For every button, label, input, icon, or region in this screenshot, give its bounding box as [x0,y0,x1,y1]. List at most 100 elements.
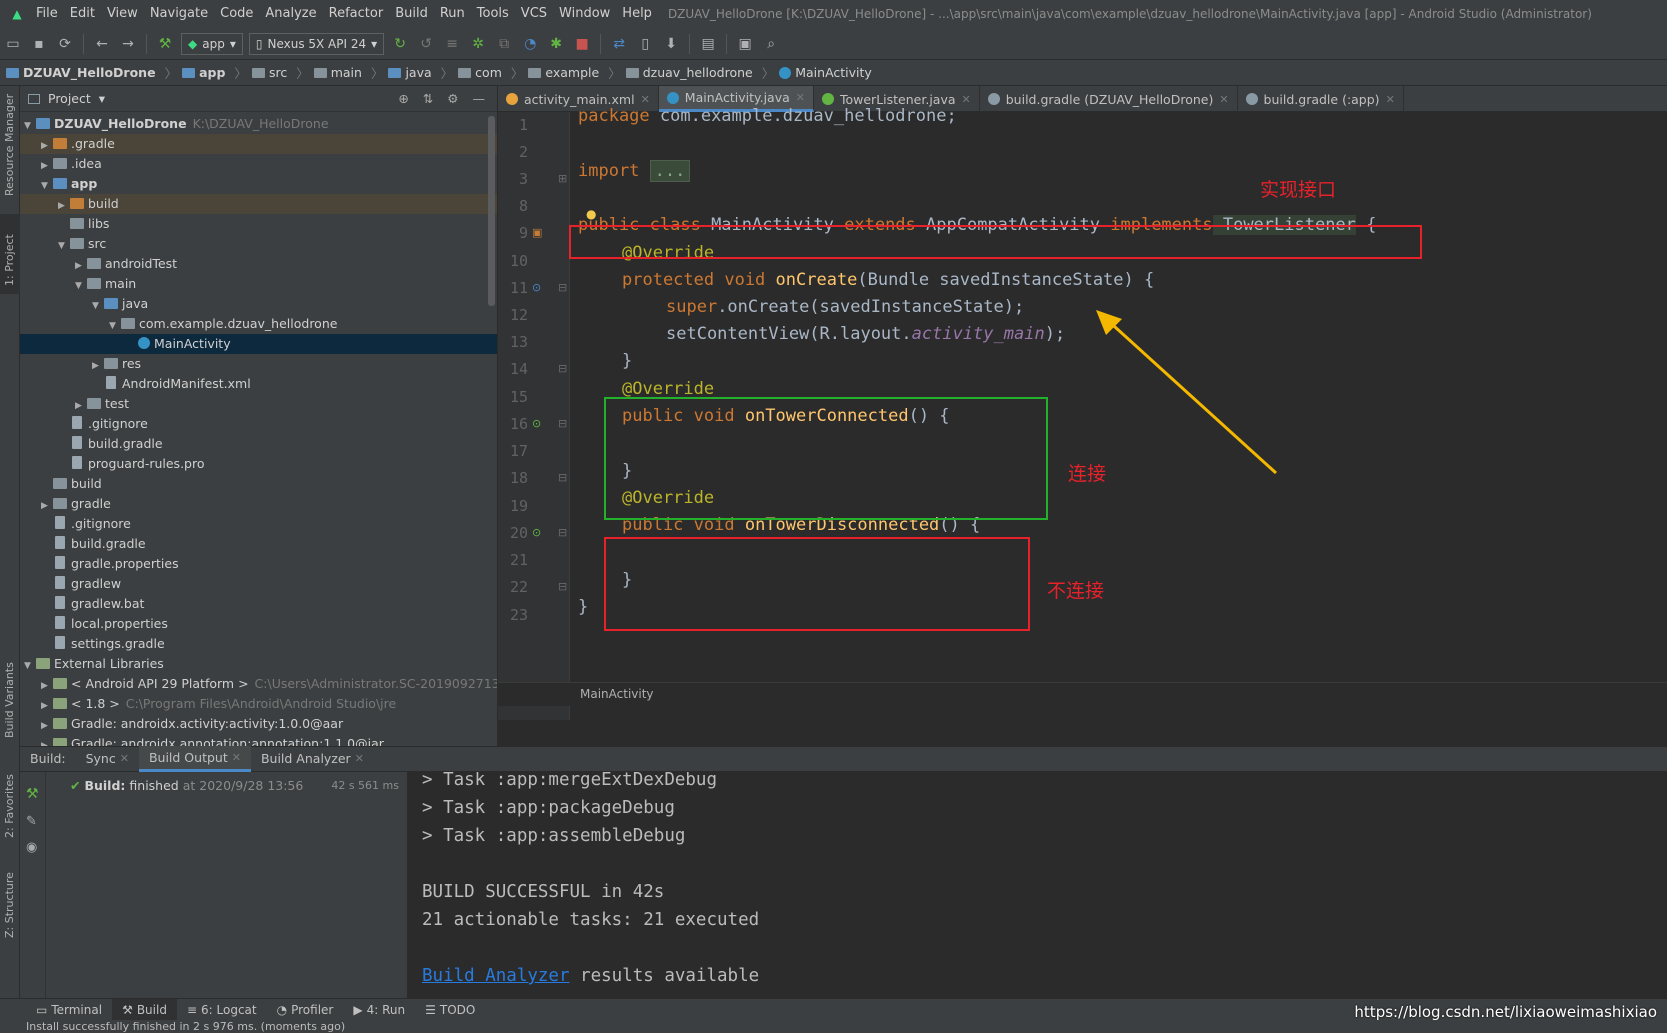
editor-tab[interactable]: build.gradle (:app) ✕ [1238,86,1404,112]
breadcrumb-package[interactable]: dzuav_hellodrone 〉 [625,63,780,82]
resource-manager-tab[interactable]: Resource Manager [0,94,20,206]
device-select[interactable]: ▯ Nexus 5X API 24 ▾ [248,32,385,55]
chevron-down-icon[interactable]: ▼ [75,276,87,296]
tree-item[interactable]: ▶ < 1.8 > C:\Program Files\Android\Android… [20,694,497,714]
tree-item[interactable]: build.gradle [20,534,497,554]
menu-vcs[interactable]: VCS [515,0,553,28]
tree-item[interactable]: AndroidManifest.xml [20,374,497,394]
breadcrumb-project[interactable]: DZUAV_HelloDrone 〉 [6,63,182,82]
coverage-icon[interactable]: ≡ [440,32,464,56]
code-line-13[interactable]: setContentView(R.layout.activity_main); [666,324,1065,344]
menu-build[interactable]: Build [389,0,434,28]
chevron-down-icon[interactable]: ▼ [41,176,53,196]
tab-build-output[interactable]: Build Output ✕ [138,746,251,772]
tree-item[interactable]: ▶ .idea [20,154,497,174]
chevron-right-icon[interactable]: ▶ [41,676,53,696]
chevron-down-icon[interactable]: ▼ [109,316,121,336]
chevron-right-icon[interactable]: ▶ [41,136,53,156]
pin-icon[interactable]: ✎ [26,814,37,829]
breadcrumb-java[interactable]: java 〉 [388,63,458,82]
code-line-23[interactable]: } [578,597,588,617]
build-result-row[interactable]: ✔ Build: finished at 2020/9/28 13:56 [70,778,303,793]
fold-toggle-icon[interactable]: ⊟ [558,362,567,375]
stop-icon[interactable]: ■ [570,32,594,56]
profiler-tab[interactable]: ◔ Profiler [267,999,344,1021]
tree-item[interactable]: ▶ < Android API 29 Platform > C:\Users\Adm… [20,674,497,696]
tree-item[interactable]: settings.gradle [20,634,497,654]
close-icon[interactable]: ✕ [796,91,805,104]
implements-icon[interactable]: ⊙ [532,417,541,430]
code-line-12[interactable]: super.onCreate(savedInstanceState); [666,297,1024,317]
lightbulb-icon[interactable]: ● [586,207,596,221]
structure-tab[interactable]: Z: Structure [0,866,20,946]
sync-gradle-icon[interactable]: ⇄ [607,32,631,56]
tree-item[interactable]: ▶ .gradle [20,134,497,156]
layout-inspector-icon[interactable]: ▣ [733,32,757,56]
fold-toggle-icon[interactable]: ⊟ [558,526,567,539]
tree-item[interactable]: proguard-rules.pro [20,454,497,474]
close-icon[interactable]: ✕ [1219,93,1228,106]
tree-item[interactable]: gradle.properties [20,554,497,574]
project-tab[interactable]: 1: Project [0,214,20,294]
fold-toggle-icon[interactable]: ⊟ [558,281,567,294]
run-configuration-select[interactable]: ◆ app ▾ [181,32,243,55]
menu-help[interactable]: Help [616,0,658,28]
tree-item[interactable]: local.properties [20,614,497,634]
build-variants-tab[interactable]: Build Variants [0,656,20,746]
fold-toggle-icon[interactable]: ⊟ [558,417,567,430]
chevron-right-icon[interactable]: ▶ [92,356,104,376]
tree-item[interactable]: ▶ test [20,394,497,414]
profile-icon[interactable]: ◔ [518,32,542,56]
build-tab[interactable]: ⚒ Build [112,998,177,1021]
hide-panel-icon[interactable]: — [473,91,486,106]
menu-run[interactable]: Run [434,0,471,28]
chevron-down-icon[interactable]: ▼ [24,656,36,676]
attach-process-icon[interactable]: ✱ [544,32,568,56]
chevron-down-icon[interactable]: ▼ [58,236,70,256]
tree-item[interactable]: ▶ res [20,354,497,376]
code-line-15[interactable]: @Override [622,379,714,399]
tree-item[interactable]: ▼ com.example.dzuav_hellodrone [20,314,497,336]
tree-item[interactable]: ▶ build [20,194,497,216]
tree-item[interactable]: ▼ src [20,234,497,256]
breadcrumb-example[interactable]: example 〉 [528,63,625,82]
implements-icon[interactable]: ⊙ [532,526,541,539]
build-analyzer-link[interactable]: Build Analyzer [422,966,570,986]
sdk-manager-icon[interactable]: ⬇ [659,32,683,56]
chevron-down-icon[interactable]: ▾ [99,91,105,106]
import-fold[interactable]: ... [649,160,691,182]
breadcrumb-app[interactable]: app 〉 [182,63,252,82]
chevron-right-icon[interactable]: ▶ [58,196,70,216]
apply-changes-icon[interactable]: ↻ [388,32,412,56]
make-project-hammer-icon[interactable]: ⚒ [153,32,177,56]
code-line-3[interactable]: import ... [578,160,691,182]
sync-icon[interactable]: ⟳ [53,32,77,56]
breadcrumb-main[interactable]: main 〉 [313,63,389,82]
build-hammer-icon[interactable]: ⚒ [26,786,39,802]
chevron-right-icon[interactable]: ▶ [41,716,53,736]
tree-item[interactable]: ▶ gradle [20,494,497,514]
menu-analyze[interactable]: Analyze [259,0,322,28]
forward-arrow-icon[interactable]: → [116,32,140,56]
chevron-down-icon[interactable]: ▼ [24,116,36,136]
breadcrumb-com[interactable]: com 〉 [458,63,528,82]
search-icon[interactable]: ⌕ [759,32,783,56]
tree-item[interactable]: libs [20,214,497,234]
tab-build-analyzer[interactable]: Build Analyzer ✕ [251,746,374,772]
breadcrumb-class[interactable]: MainActivity [779,65,872,80]
fold-toggle-icon[interactable]: ⊞ [558,172,567,185]
debug-bug-icon[interactable]: ✲ [466,32,490,56]
project-structure-icon[interactable]: ▤ [696,32,720,56]
close-icon[interactable]: ✕ [962,93,971,106]
tab-sync[interactable]: Sync ✕ [76,746,139,772]
fold-toggle-icon[interactable]: ⊟ [558,580,567,593]
tree-item[interactable]: ▶ Gradle: androidx.annotation:annotation:… [20,734,497,746]
code-line-11[interactable]: protected void onCreate(Bundle savedInst… [622,270,1154,290]
run-tab[interactable]: ▶ 4: Run [343,999,415,1021]
menu-view[interactable]: View [101,0,144,28]
project-view-select[interactable]: Project [48,91,91,106]
eye-icon[interactable]: ◉ [26,840,37,855]
fold-toggle-icon[interactable]: ⊟ [558,471,567,484]
apply-code-changes-icon[interactable]: ↺ [414,32,438,56]
menu-window[interactable]: Window [553,0,616,28]
